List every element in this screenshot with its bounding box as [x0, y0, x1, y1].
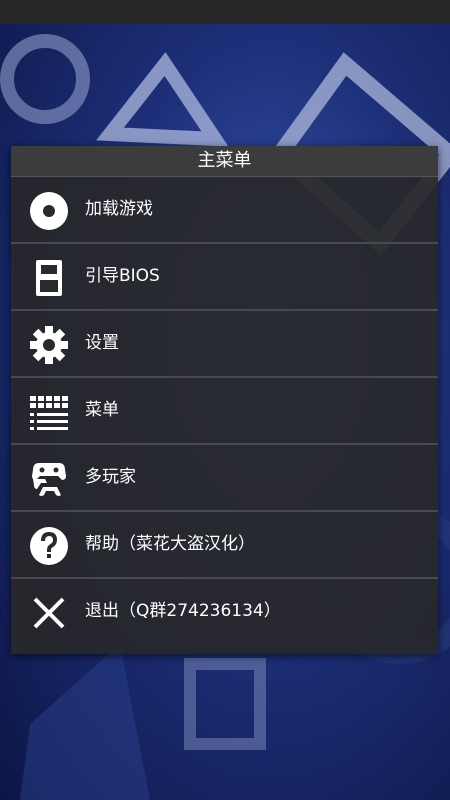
main-menu-dialog: 主菜单 加载游戏 引导BIOS 设置 菜单 多玩家 帮助（菜花大盗汉化） 退出（…: [11, 146, 438, 654]
menu-item-load-game[interactable]: 加载游戏: [11, 177, 438, 244]
memory-card-icon: [36, 260, 62, 296]
menu-item-label: 加载游戏: [85, 199, 153, 219]
menu-item-label: 菜单: [85, 400, 119, 420]
keyboard-menu-icon: [30, 396, 68, 430]
menu-item-menu[interactable]: 菜单: [11, 378, 438, 445]
menu-item-multiplayer[interactable]: 多玩家: [11, 445, 438, 512]
menu-title: 主菜单: [11, 146, 438, 177]
disc-icon: [30, 192, 68, 230]
gear-icon: [30, 326, 68, 364]
status-bar: [0, 0, 450, 24]
gamepad-icon: [32, 463, 66, 496]
close-icon: [33, 597, 65, 629]
menu-item-settings[interactable]: 设置: [11, 311, 438, 378]
menu-item-label: 设置: [85, 333, 119, 353]
menu-item-label: 引导BIOS: [85, 266, 160, 286]
menu-item-boot-bios[interactable]: 引导BIOS: [11, 244, 438, 311]
help-icon: [30, 527, 68, 565]
menu-item-label: 退出（Q群274236134）: [85, 601, 281, 621]
menu-item-help[interactable]: 帮助（菜花大盗汉化）: [11, 512, 438, 579]
menu-item-label: 多玩家: [85, 467, 136, 487]
menu-item-exit[interactable]: 退出（Q群274236134）: [11, 579, 438, 644]
menu-item-label: 帮助（菜花大盗汉化）: [85, 534, 255, 554]
